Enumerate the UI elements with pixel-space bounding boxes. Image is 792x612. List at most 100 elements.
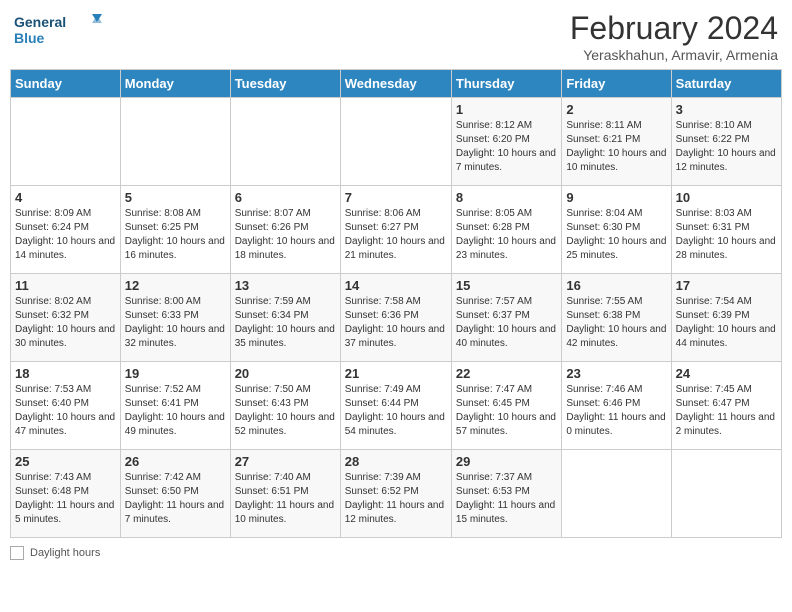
calendar-cell: 25 Sunrise: 7:43 AM Sunset: 6:48 PM Dayli… — [11, 450, 121, 538]
calendar-cell — [11, 98, 121, 186]
day-number: 7 — [345, 190, 447, 205]
calendar-cell: 1 Sunrise: 8:12 AM Sunset: 6:20 PM Daylig… — [451, 98, 561, 186]
calendar-cell: 22 Sunrise: 7:47 AM Sunset: 6:45 PM Dayli… — [451, 362, 561, 450]
day-info: Sunrise: 8:10 AM Sunset: 6:22 PM Dayligh… — [676, 119, 777, 175]
day-info: Sunrise: 8:07 AM Sunset: 6:26 PM Dayligh… — [235, 207, 336, 263]
calendar-cell: 4 Sunrise: 8:09 AM Sunset: 6:24 PM Daylig… — [11, 186, 121, 274]
day-number: 17 — [676, 278, 777, 293]
svg-text:Blue: Blue — [14, 30, 45, 46]
calendar-header: SundayMondayTuesdayWednesdayThursdayFrid… — [11, 70, 782, 98]
calendar-cell: 26 Sunrise: 7:42 AM Sunset: 6:50 PM Dayli… — [120, 450, 230, 538]
day-info: Sunrise: 7:43 AM Sunset: 6:48 PM Dayligh… — [15, 471, 116, 527]
calendar-cell: 11 Sunrise: 8:02 AM Sunset: 6:32 PM Dayli… — [11, 274, 121, 362]
day-info: Sunrise: 8:02 AM Sunset: 6:32 PM Dayligh… — [15, 295, 116, 351]
day-info: Sunrise: 7:45 AM Sunset: 6:47 PM Dayligh… — [676, 383, 777, 439]
calendar-cell: 2 Sunrise: 8:11 AM Sunset: 6:21 PM Daylig… — [562, 98, 671, 186]
day-number: 24 — [676, 366, 777, 381]
calendar-day-header: Friday — [562, 70, 671, 98]
day-info: Sunrise: 7:52 AM Sunset: 6:41 PM Dayligh… — [125, 383, 226, 439]
calendar-body: 1 Sunrise: 8:12 AM Sunset: 6:20 PM Daylig… — [11, 98, 782, 538]
day-info: Sunrise: 8:04 AM Sunset: 6:30 PM Dayligh… — [566, 207, 666, 263]
day-number: 14 — [345, 278, 447, 293]
day-number: 16 — [566, 278, 666, 293]
calendar-cell: 5 Sunrise: 8:08 AM Sunset: 6:25 PM Daylig… — [120, 186, 230, 274]
calendar-cell: 14 Sunrise: 7:58 AM Sunset: 6:36 PM Dayli… — [340, 274, 451, 362]
calendar-cell: 7Sunrise: 8:06 AM Sunset: 6:27 PM Daylig… — [340, 186, 451, 274]
day-info: Sunrise: 7:39 AM Sunset: 6:52 PM Dayligh… — [345, 471, 447, 527]
day-number: 18 — [15, 366, 116, 381]
day-number: 10 — [676, 190, 777, 205]
calendar-cell — [562, 450, 671, 538]
page-subtitle: Yeraskhahun, Armavir, Armenia — [570, 47, 778, 63]
calendar-day-header: Thursday — [451, 70, 561, 98]
calendar-cell: 28 Sunrise: 7:39 AM Sunset: 6:52 PM Dayli… — [340, 450, 451, 538]
calendar-week-row: 1 Sunrise: 8:12 AM Sunset: 6:20 PM Daylig… — [11, 98, 782, 186]
svg-text:General: General — [14, 14, 66, 30]
legend-label: Daylight hours — [30, 547, 100, 559]
day-number: 4 — [15, 190, 116, 205]
calendar-day-header: Saturday — [671, 70, 781, 98]
calendar-cell: 9Sunrise: 8:04 AM Sunset: 6:30 PM Daylig… — [562, 186, 671, 274]
calendar-day-header: Sunday — [11, 70, 121, 98]
day-number: 22 — [456, 366, 557, 381]
day-number: 8 — [456, 190, 557, 205]
calendar-day-header: Tuesday — [230, 70, 340, 98]
page-title: February 2024 — [570, 10, 778, 47]
day-number: 2 — [566, 102, 666, 117]
day-number: 3 — [676, 102, 777, 117]
day-info: Sunrise: 7:57 AM Sunset: 6:37 PM Dayligh… — [456, 295, 557, 351]
calendar-cell: 21Sunrise: 7:49 AM Sunset: 6:44 PM Dayli… — [340, 362, 451, 450]
day-info: Sunrise: 7:58 AM Sunset: 6:36 PM Dayligh… — [345, 295, 447, 351]
calendar-cell: 8 Sunrise: 8:05 AM Sunset: 6:28 PM Daylig… — [451, 186, 561, 274]
title-block: February 2024 Yeraskhahun, Armavir, Arme… — [570, 10, 778, 63]
calendar-cell: 29Sunrise: 7:37 AM Sunset: 6:53 PM Dayli… — [451, 450, 561, 538]
calendar-cell: 19Sunrise: 7:52 AM Sunset: 6:41 PM Dayli… — [120, 362, 230, 450]
day-number: 13 — [235, 278, 336, 293]
calendar-cell — [340, 98, 451, 186]
day-info: Sunrise: 7:50 AM Sunset: 6:43 PM Dayligh… — [235, 383, 336, 439]
day-number: 26 — [125, 454, 226, 469]
day-info: Sunrise: 8:08 AM Sunset: 6:25 PM Dayligh… — [125, 207, 226, 263]
legend-box — [10, 546, 24, 560]
calendar-cell: 10 Sunrise: 8:03 AM Sunset: 6:31 PM Dayli… — [671, 186, 781, 274]
day-number: 25 — [15, 454, 116, 469]
day-number: 11 — [15, 278, 116, 293]
day-info: Sunrise: 8:05 AM Sunset: 6:28 PM Dayligh… — [456, 207, 557, 263]
day-number: 6 — [235, 190, 336, 205]
calendar-cell: 20 Sunrise: 7:50 AM Sunset: 6:43 PM Dayli… — [230, 362, 340, 450]
calendar-cell: 16Sunrise: 7:55 AM Sunset: 6:38 PM Dayli… — [562, 274, 671, 362]
day-number: 29 — [456, 454, 557, 469]
calendar-table: SundayMondayTuesdayWednesdayThursdayFrid… — [10, 69, 782, 538]
day-info: Sunrise: 8:09 AM Sunset: 6:24 PM Dayligh… — [15, 207, 116, 263]
day-number: 15 — [456, 278, 557, 293]
calendar-cell: 17Sunrise: 7:54 AM Sunset: 6:39 PM Dayli… — [671, 274, 781, 362]
calendar-cell: 6 Sunrise: 8:07 AM Sunset: 6:26 PM Daylig… — [230, 186, 340, 274]
day-info: Sunrise: 7:42 AM Sunset: 6:50 PM Dayligh… — [125, 471, 226, 527]
calendar-cell — [120, 98, 230, 186]
day-info: Sunrise: 7:46 AM Sunset: 6:46 PM Dayligh… — [566, 383, 666, 439]
calendar-week-row: 18 Sunrise: 7:53 AM Sunset: 6:40 PM Dayli… — [11, 362, 782, 450]
day-info: Sunrise: 8:12 AM Sunset: 6:20 PM Dayligh… — [456, 119, 557, 175]
day-info: Sunrise: 7:53 AM Sunset: 6:40 PM Dayligh… — [15, 383, 116, 439]
day-info: Sunrise: 8:03 AM Sunset: 6:31 PM Dayligh… — [676, 207, 777, 263]
day-number: 21 — [345, 366, 447, 381]
day-info: Sunrise: 7:47 AM Sunset: 6:45 PM Dayligh… — [456, 383, 557, 439]
calendar-cell: 13Sunrise: 7:59 AM Sunset: 6:34 PM Dayli… — [230, 274, 340, 362]
calendar-cell — [671, 450, 781, 538]
calendar-cell: 3 Sunrise: 8:10 AM Sunset: 6:22 PM Daylig… — [671, 98, 781, 186]
calendar-cell: 15 Sunrise: 7:57 AM Sunset: 6:37 PM Dayli… — [451, 274, 561, 362]
calendar-cell: 18 Sunrise: 7:53 AM Sunset: 6:40 PM Dayli… — [11, 362, 121, 450]
calendar-week-row: 4 Sunrise: 8:09 AM Sunset: 6:24 PM Daylig… — [11, 186, 782, 274]
day-number: 27 — [235, 454, 336, 469]
day-number: 12 — [125, 278, 226, 293]
day-number: 5 — [125, 190, 226, 205]
day-number: 28 — [345, 454, 447, 469]
logo: General Blue — [14, 10, 104, 50]
day-number: 1 — [456, 102, 557, 117]
calendar-cell: 27 Sunrise: 7:40 AM Sunset: 6:51 PM Dayli… — [230, 450, 340, 538]
day-number: 20 — [235, 366, 336, 381]
calendar-day-header: Monday — [120, 70, 230, 98]
day-info: Sunrise: 7:40 AM Sunset: 6:51 PM Dayligh… — [235, 471, 336, 527]
page-header: General Blue February 2024 Yeraskhahun, … — [10, 10, 782, 63]
day-info: Sunrise: 8:11 AM Sunset: 6:21 PM Dayligh… — [566, 119, 666, 175]
